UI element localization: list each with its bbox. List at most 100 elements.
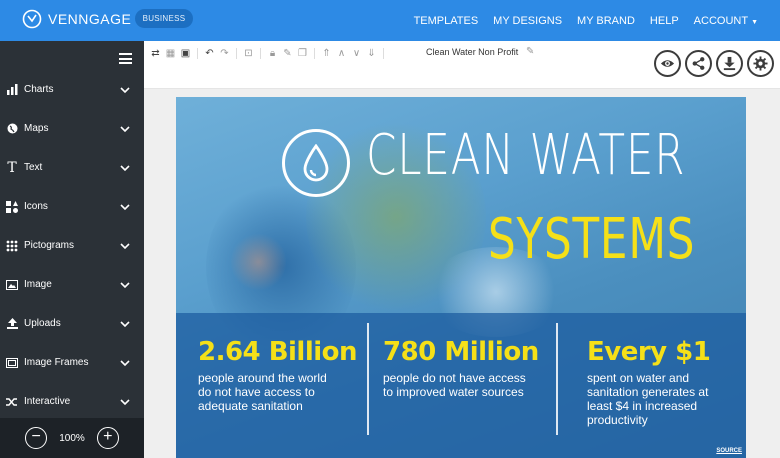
- image-tool-icon[interactable]: ▣: [180, 48, 191, 59]
- sidebar-item-text[interactable]: T Text: [0, 148, 144, 187]
- chevron-down-icon: [120, 398, 130, 405]
- frame-icon: [6, 357, 18, 369]
- nav-help[interactable]: HELP: [650, 15, 679, 27]
- chevron-down-icon: [120, 203, 130, 210]
- toolbar-divider: [197, 47, 198, 59]
- chevron-down-icon: [120, 281, 130, 288]
- top-navigation-bar: VENNGAGE BUSINESS TEMPLATES MY DESIGNS M…: [0, 0, 780, 41]
- chevron-down-icon: [120, 359, 130, 366]
- download-icon: [723, 56, 736, 71]
- eye-icon: [660, 60, 675, 67]
- caret-down-icon: ▼: [751, 18, 758, 26]
- nav-account[interactable]: ACCOUNT ▼: [694, 15, 758, 27]
- zoom-in-button[interactable]: +: [96, 427, 119, 449]
- sidebar-item-image-frames[interactable]: Image Frames: [0, 343, 144, 382]
- sidebar-item-charts[interactable]: Charts: [0, 70, 144, 109]
- toolbar-divider: [236, 47, 237, 59]
- bar-chart-icon: [6, 84, 18, 96]
- send-to-back-icon[interactable]: ⇓: [366, 48, 377, 59]
- stat-description: spent on water and sanitation generates …: [587, 371, 709, 427]
- edit-icon[interactable]: ✎: [282, 48, 293, 59]
- send-backward-icon[interactable]: ∨: [351, 48, 362, 59]
- preview-button[interactable]: [654, 50, 681, 77]
- source-link[interactable]: SOURCE: [716, 448, 742, 454]
- action-buttons: [654, 50, 774, 77]
- toolbar-divider: [260, 47, 261, 59]
- stat-value: Every $1: [587, 337, 711, 367]
- zoom-controls: − 100% +: [0, 418, 144, 458]
- nav-account-label: ACCOUNT: [693, 14, 749, 27]
- sidebar-item-icons[interactable]: Icons: [0, 187, 144, 226]
- download-button[interactable]: [716, 50, 743, 77]
- nav-templates[interactable]: TEMPLATES: [414, 15, 479, 27]
- zoom-out-button[interactable]: −: [25, 427, 48, 449]
- sidebar-item-image[interactable]: Image: [0, 265, 144, 304]
- shapes-icon: [6, 200, 18, 213]
- editor-toolbar: ⇄ ▦ ▣ ↶ ↷ ⊡ 🔒︎ ✎ ❐ ⇑ ∧ ∨ ⇓ Clean Water N…: [144, 41, 780, 89]
- globe-icon: [6, 123, 18, 135]
- undo-icon[interactable]: ↶: [204, 48, 215, 59]
- stat-block-3: Every $1 spent on water and sanitation g…: [587, 337, 737, 427]
- rename-icon[interactable]: ✎: [526, 46, 534, 57]
- stat-value: 2.64 Billion: [198, 337, 358, 367]
- checker-icon[interactable]: ▦: [165, 48, 176, 59]
- nav-my-brand[interactable]: MY BRAND: [577, 15, 635, 27]
- water-drop-icon: [303, 144, 329, 182]
- toolbar-divider: [383, 47, 384, 59]
- photo-face: [231, 232, 286, 292]
- hamburger-menu-icon[interactable]: [119, 53, 132, 64]
- sidebar-item-interactive[interactable]: Interactive: [0, 382, 144, 421]
- sidebar-item-label: Icons: [24, 201, 48, 212]
- sidebar-item-label: Image: [24, 279, 52, 290]
- upload-icon: [6, 318, 18, 330]
- image-icon: [6, 279, 18, 291]
- logo-icon: [22, 9, 42, 29]
- sidebar-item-label: Pictograms: [24, 240, 75, 251]
- sidebar-item-label: Interactive: [24, 396, 71, 407]
- settings-button[interactable]: [747, 50, 774, 77]
- stat-description: people do not have access to improved wa…: [383, 371, 526, 399]
- stat-block-2: 780 Million people do not have access to…: [383, 337, 539, 399]
- sidebar-item-pictograms[interactable]: Pictograms: [0, 226, 144, 265]
- sidebar-item-maps[interactable]: Maps: [0, 109, 144, 148]
- align-icon[interactable]: ⇄: [150, 48, 161, 59]
- brand-name: VENNGAGE: [48, 11, 132, 27]
- infographic-title-line2: SYSTEMS: [488, 207, 696, 272]
- bring-to-front-icon[interactable]: ⇑: [321, 48, 332, 59]
- main-nav: TEMPLATES MY DESIGNS MY BRAND HELP ACCOU…: [414, 0, 758, 41]
- sidebar-item-label: Image Frames: [24, 357, 89, 368]
- stat-divider: [556, 323, 558, 435]
- document-name[interactable]: Clean Water Non Profit: [426, 47, 518, 57]
- sidebar: Charts Maps T Text Icons Pictograms Imag…: [0, 41, 144, 458]
- redo-icon[interactable]: ↷: [219, 48, 230, 59]
- chevron-down-icon: [120, 125, 130, 132]
- stat-value: 780 Million: [383, 337, 539, 367]
- plan-badge: BUSINESS: [135, 9, 193, 28]
- nav-my-designs[interactable]: MY DESIGNS: [493, 15, 562, 27]
- chevron-down-icon: [120, 242, 130, 249]
- stat-description: people around the world do not have acce…: [198, 371, 327, 413]
- text-icon: T: [7, 159, 17, 176]
- share-icon: [692, 57, 705, 70]
- shuffle-icon: [6, 396, 18, 408]
- stat-divider: [367, 323, 369, 435]
- stat-block-1: 2.64 Billion people around the world do …: [198, 337, 358, 413]
- design-canvas: CLEAN WATER SYSTEMS 2.64 Billion people …: [144, 89, 780, 458]
- venngage-logo[interactable]: VENNGAGE: [22, 9, 131, 29]
- toolbar-divider: [314, 47, 315, 59]
- grid-dots-icon: [6, 240, 18, 252]
- bring-forward-icon[interactable]: ∧: [336, 48, 347, 59]
- duplicate-icon[interactable]: ❐: [297, 48, 308, 59]
- water-drop-logo: [282, 129, 350, 197]
- infographic-page[interactable]: CLEAN WATER SYSTEMS 2.64 Billion people …: [176, 97, 746, 458]
- chevron-down-icon: [120, 164, 130, 171]
- zoom-level: 100%: [59, 432, 85, 444]
- sidebar-item-label: Charts: [24, 84, 54, 95]
- crop-icon[interactable]: ⊡: [243, 48, 254, 59]
- lock-icon[interactable]: 🔒︎: [267, 48, 278, 59]
- tool-group: ⇄ ▦ ▣ ↶ ↷ ⊡ 🔒︎ ✎ ❐ ⇑ ∧ ∨ ⇓: [150, 46, 386, 60]
- sidebar-item-label: Maps: [24, 123, 49, 134]
- share-button[interactable]: [685, 50, 712, 77]
- sidebar-item-uploads[interactable]: Uploads: [0, 304, 144, 343]
- infographic-title-line1: CLEAN WATER: [366, 123, 686, 188]
